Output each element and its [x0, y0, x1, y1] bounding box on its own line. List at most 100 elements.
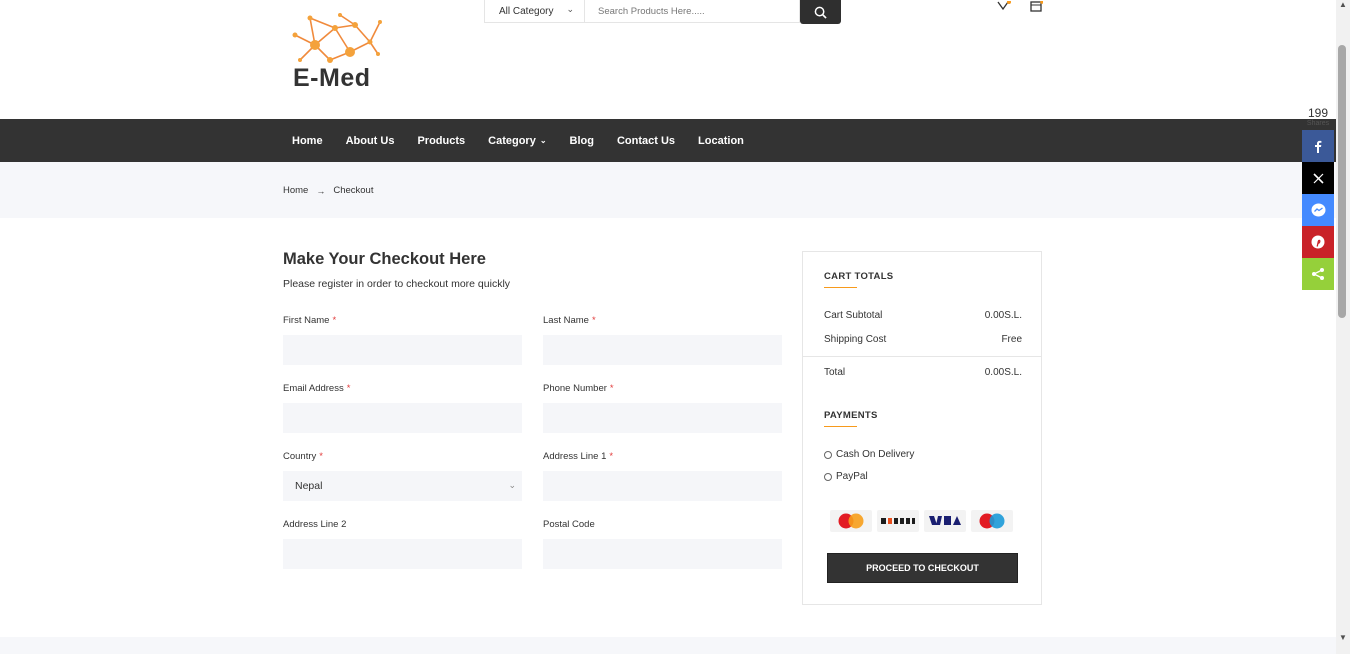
search-button[interactable] [800, 0, 841, 24]
required-mark: * [609, 451, 614, 462]
cart-totals-panel: CART TOTALS Cart Subtotal 0.00S.L. Shipp… [802, 251, 1042, 605]
total-label: Total [824, 367, 846, 378]
shipping-cost-label: Shipping Cost [824, 334, 887, 345]
search-category-label: All Category [499, 5, 554, 17]
x-share-button[interactable] [1302, 162, 1334, 194]
logo-text[interactable]: E-Med [293, 64, 371, 93]
scroll-down-arrow-icon[interactable]: ▼ [1338, 633, 1348, 642]
cart-totals-heading: CART TOTALS [824, 271, 894, 282]
footer-band [0, 637, 1336, 654]
facebook-share-button[interactable] [1302, 130, 1334, 162]
pinterest-share-button[interactable] [1302, 226, 1334, 258]
nav-item-location[interactable]: Location [698, 135, 744, 147]
breadcrumb-bar: Home → Checkout [0, 162, 1336, 218]
address2-label-text: Address Line 2 [283, 519, 347, 530]
maestro-icon [971, 510, 1013, 532]
required-mark: * [591, 315, 596, 326]
cart-subtotal-value: 0.00S.L. [984, 310, 1022, 321]
total-row: Total 0.00S.L. [824, 367, 1022, 378]
nav-item-blog[interactable]: Blog [570, 135, 594, 147]
wishlist-heart-icon[interactable] [995, 0, 1011, 12]
required-mark: * [332, 315, 337, 326]
search-icon [814, 6, 827, 19]
messenger-icon [1311, 203, 1325, 216]
cart-bag-icon[interactable] [1029, 0, 1044, 12]
required-mark: * [319, 451, 323, 462]
phone-label: Phone Number * [543, 383, 614, 394]
cart-subtotal-label: Cart Subtotal [824, 310, 883, 321]
page-title: Make Your Checkout Here [283, 250, 486, 268]
chevron-down-icon: ⌄ [539, 136, 547, 145]
radio-button[interactable] [824, 450, 832, 459]
postal-code-field[interactable] [543, 539, 782, 569]
last-name-label-text: Last Name [543, 315, 589, 326]
phone-field[interactable] [543, 403, 782, 433]
phone-label-text: Phone Number [543, 383, 607, 394]
chevron-down-icon: ⌄ [566, 4, 574, 14]
payment-logos [830, 510, 1018, 532]
payment-option-label: PayPal [836, 471, 868, 482]
total-value: 0.00S.L. [984, 367, 1022, 378]
address1-label: Address Line 1 * [543, 451, 613, 462]
cart-subtotal-row: Cart Subtotal 0.00S.L. [824, 310, 1022, 321]
nav-item-category-label: Category [488, 134, 536, 147]
facebook-icon [1315, 140, 1322, 153]
address2-label: Address Line 2 [283, 519, 346, 530]
share-sidebar: 199 Shares [1302, 104, 1334, 290]
radio-button[interactable] [824, 472, 832, 481]
main-nav: Home About Us Products Category ⌄ Blog C… [0, 119, 1336, 162]
heading-underline [824, 426, 857, 427]
mastercard-icon [830, 510, 872, 532]
payment-option-paypal[interactable]: PayPal [824, 471, 868, 482]
address2-field[interactable] [283, 539, 522, 569]
breadcrumb: Home → Checkout [283, 185, 373, 196]
breadcrumb-current: Checkout [333, 185, 374, 196]
shipping-cost-value: Free [1001, 334, 1022, 345]
postal-code-label-text: Postal Code [543, 519, 595, 530]
nav-item-contact-us[interactable]: Contact Us [617, 135, 675, 147]
first-name-label-text: First Name [283, 315, 330, 326]
chevron-down-icon: ⌄ [508, 480, 516, 490]
first-name-label: First Name * [283, 315, 336, 326]
payment-option-cod[interactable]: Cash On Delivery [824, 449, 914, 460]
country-label-text: Country [283, 451, 317, 462]
arrow-right-icon: → [316, 185, 326, 196]
pinterest-icon [1311, 235, 1325, 249]
country-select[interactable]: Nepal ⌄ [283, 471, 522, 501]
address1-label-text: Address Line 1 [543, 451, 607, 462]
nav-item-category[interactable]: Category ⌄ [488, 135, 546, 147]
last-name-label: Last Name * [543, 315, 596, 326]
share-label: Shares [1306, 120, 1330, 127]
breadcrumb-home-link[interactable]: Home [283, 185, 308, 196]
payment-option-label: Cash On Delivery [836, 449, 915, 460]
nav-item-about-us[interactable]: About Us [346, 135, 395, 147]
search-bar: All Category ⌄ Search Products Here..... [484, 0, 841, 24]
address1-field[interactable] [543, 471, 782, 501]
last-name-field[interactable] [543, 335, 782, 365]
checkout-page: E-Med All Category ⌄ Search Products Her… [0, 0, 1350, 654]
required-mark: * [609, 383, 614, 394]
proceed-to-checkout-button[interactable]: PROCEED TO CHECKOUT [827, 553, 1018, 583]
share-icon [1312, 268, 1324, 280]
nav-item-products[interactable]: Products [417, 135, 465, 147]
totals-divider [803, 356, 1041, 357]
scrollbar-thumb[interactable] [1338, 45, 1346, 318]
scroll-up-arrow-icon[interactable]: ▲ [1338, 0, 1348, 9]
page-subtitle: Please register in order to checkout mor… [283, 278, 511, 290]
first-name-field[interactable] [283, 335, 522, 365]
country-label: Country * [283, 451, 323, 462]
required-mark: * [346, 383, 351, 394]
heading-underline [824, 287, 857, 288]
nav-item-home[interactable]: Home [292, 135, 323, 147]
payments-heading: PAYMENTS [824, 410, 878, 421]
email-field[interactable] [283, 403, 522, 433]
postal-code-label: Postal Code [543, 519, 595, 530]
share-count: 199 [1307, 106, 1329, 120]
search-category-select[interactable]: All Category ⌄ [484, 0, 585, 23]
share-button[interactable] [1302, 258, 1334, 290]
search-input[interactable]: Search Products Here..... [585, 0, 800, 23]
payoneer-icon [877, 510, 919, 532]
country-select-value: Nepal [295, 480, 323, 492]
site-header: E-Med All Category ⌄ Search Products Her… [0, 0, 1336, 119]
messenger-share-button[interactable] [1302, 194, 1334, 226]
